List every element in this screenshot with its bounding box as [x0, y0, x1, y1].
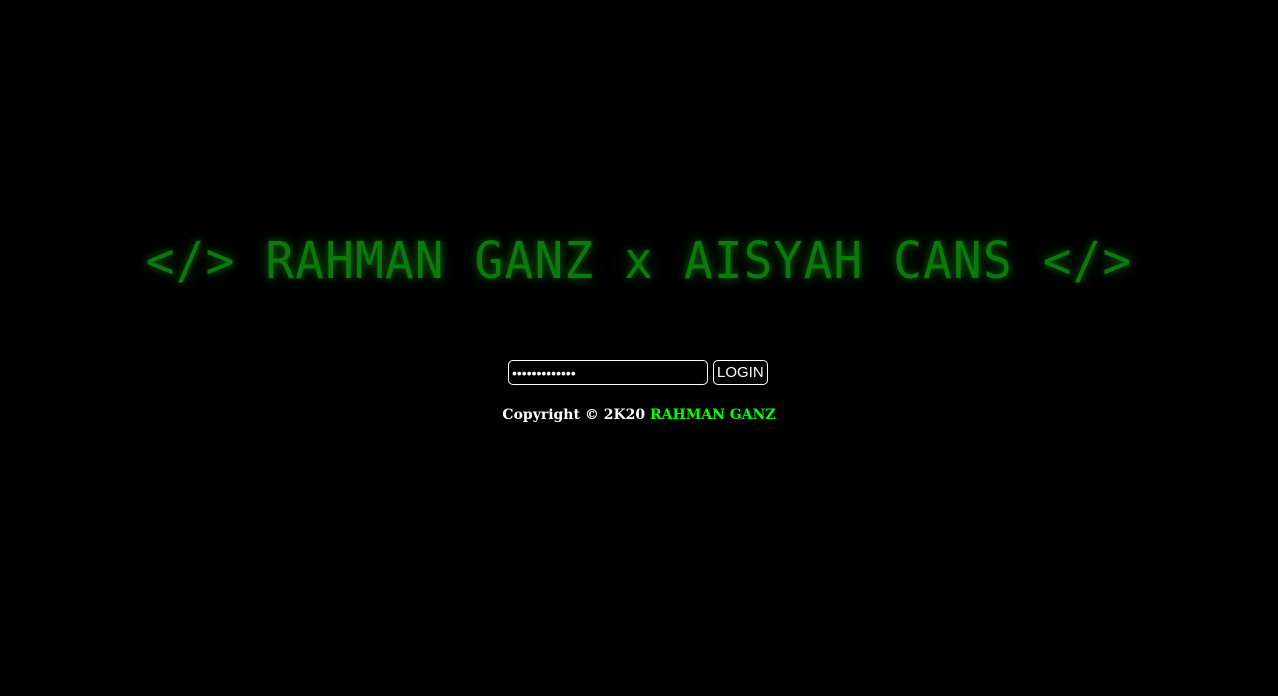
- password-input[interactable]: [508, 360, 708, 385]
- login-page: </> RAHMAN GANZ x AISYAH CANS </> LOGIN …: [0, 0, 1278, 696]
- page-title: </> RAHMAN GANZ x AISYAH CANS </>: [145, 231, 1133, 291]
- login-form: LOGIN: [508, 360, 768, 385]
- copyright-footer: Copyright © 2K20 RAHMAN GANZ: [0, 405, 1278, 425]
- brand-name: RAHMAN GANZ: [649, 407, 776, 423]
- copyright-text: Copyright © 2K20: [502, 407, 650, 423]
- login-button[interactable]: LOGIN: [713, 360, 768, 385]
